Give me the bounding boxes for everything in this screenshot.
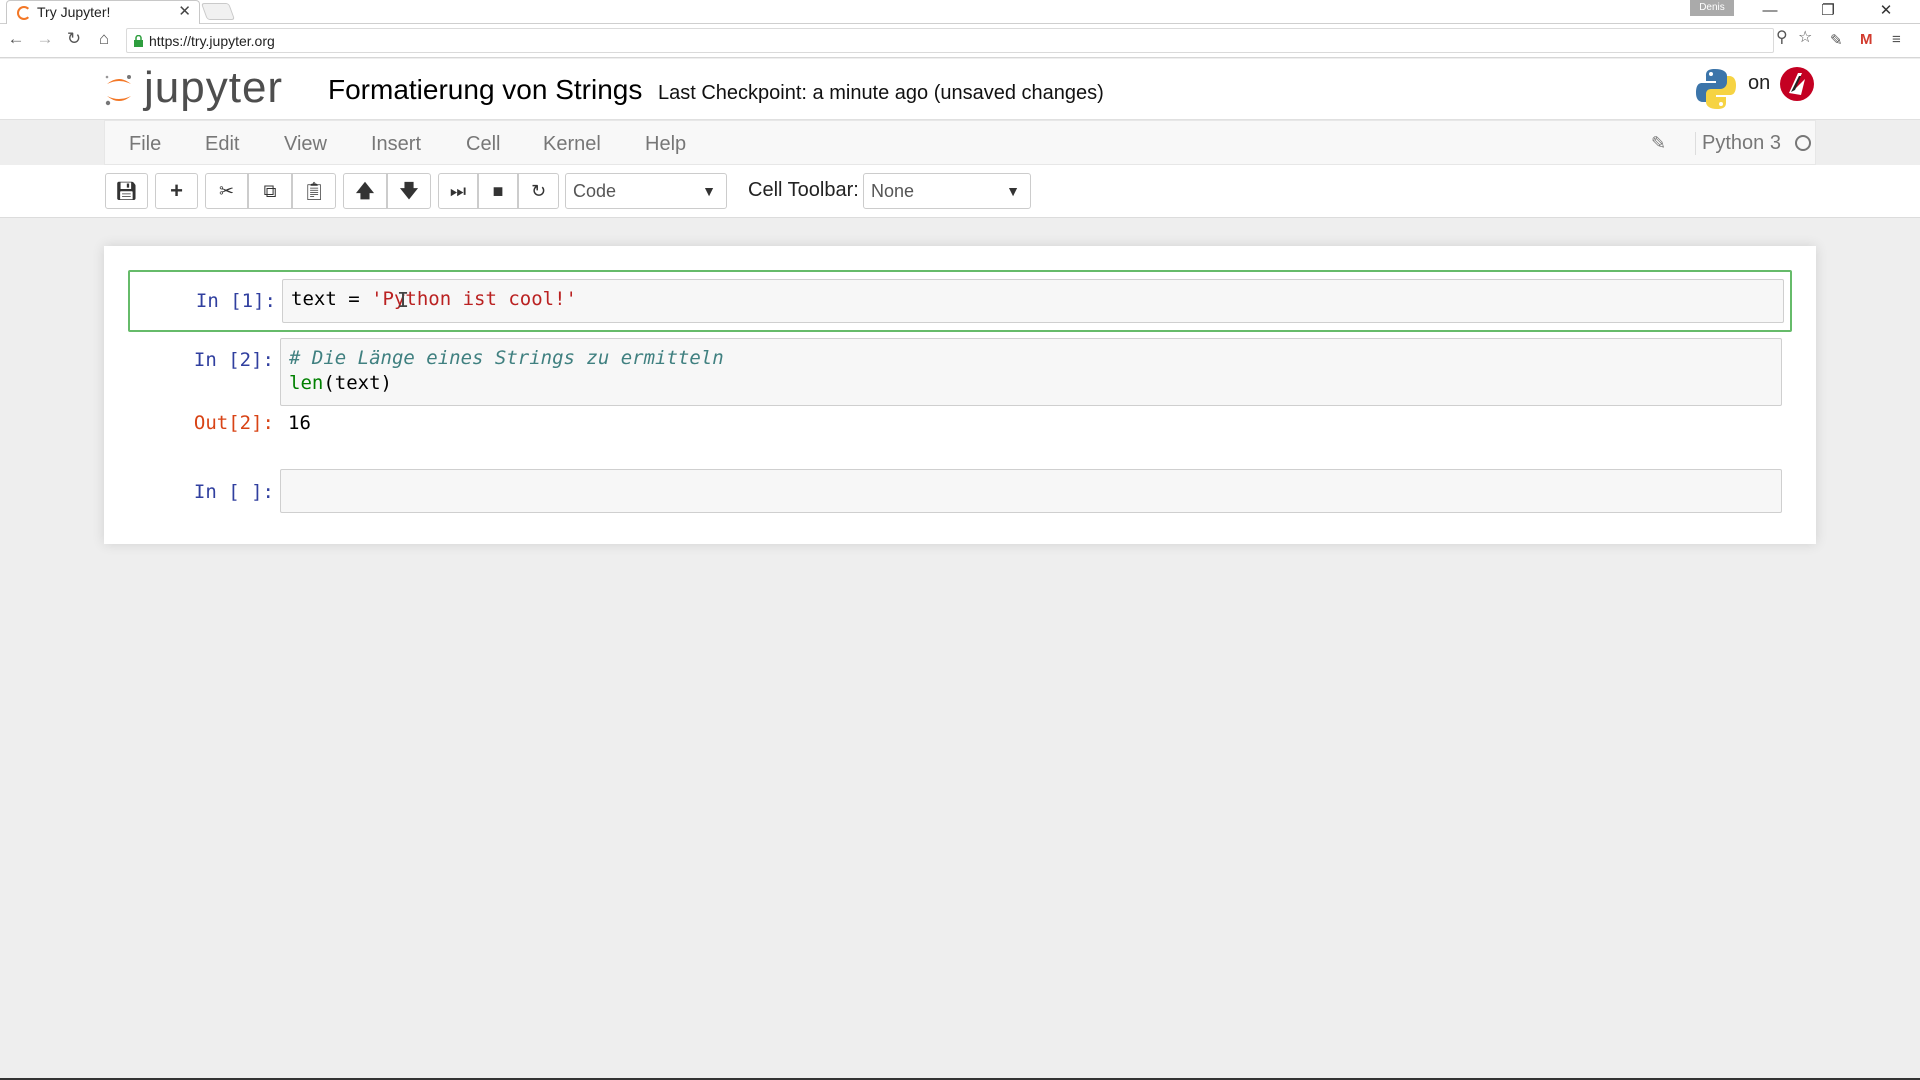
step-forward-icon: ⏭︎ (449, 181, 467, 201)
star-icon[interactable]: ☆ (1798, 27, 1812, 47)
cell-toolbar-value: None (871, 181, 915, 201)
logo-text: jupyter (144, 63, 284, 112)
notebook-header: jupyter Formatierung von Strings Last Ch… (0, 59, 1920, 120)
cut-button[interactable]: ✂ (205, 173, 248, 209)
move-down-button[interactable]: 🡇 (387, 173, 431, 209)
move-up-button[interactable]: 🡅 (343, 173, 387, 209)
code-cell[interactable]: In [ ]: (128, 469, 1792, 515)
arrow-down-icon: 🡇 (399, 181, 419, 201)
minimize-button[interactable]: — (1750, 0, 1790, 22)
menu-help[interactable]: Help (645, 133, 686, 156)
extension-icon[interactable]: ✎ (1830, 31, 1843, 49)
input-prompt: In [ ]: (193, 481, 274, 503)
insert-cell-button[interactable]: + (155, 173, 198, 209)
interrupt-kernel-button[interactable]: ■ (478, 173, 518, 209)
chevron-down-icon: ▼ (702, 183, 716, 199)
profile-badge[interactable]: Denis (1690, 0, 1734, 16)
cell-toolbar-label: Cell Toolbar: (748, 179, 859, 201)
kernel-idle-indicator-icon (1795, 135, 1811, 151)
rackspace-logo-icon (1780, 67, 1814, 101)
browser-tabbar: Try Jupyter! ✕ Denis — ❐ ✕ (0, 0, 1920, 24)
output-prompt: Out[2]: (193, 412, 274, 434)
arrow-up-icon: 🡅 (355, 181, 375, 201)
notebook-container: In [1]: text = 'Python ist cool!' In [2]… (104, 246, 1816, 544)
menubar: File Edit View Insert Cell Kernel Help ✎… (104, 120, 1816, 165)
cell-type-select[interactable]: Code ▼ (565, 173, 727, 209)
cell-type-value: Code (573, 181, 617, 201)
restart-icon: ↻ (530, 181, 547, 201)
edit-mode-pencil-icon: ✎ (1651, 133, 1667, 153)
jupyter-favicon-icon (17, 6, 31, 20)
menu-insert[interactable]: Insert (371, 133, 421, 156)
back-button[interactable]: ← (5, 29, 27, 49)
copy-button[interactable]: ⧉ (248, 173, 292, 209)
browser-tab[interactable]: Try Jupyter! ✕ (6, 0, 200, 24)
kernel-name[interactable]: Python 3 (1695, 132, 1781, 155)
url-input[interactable]: https://try.jupyter.org (126, 28, 1774, 53)
hosted-on-label: on (1748, 72, 1771, 94)
save-icon: 💾︎ (115, 181, 138, 201)
chevron-down-icon: ▼ (1006, 183, 1020, 199)
menu-cell[interactable]: Cell (466, 133, 500, 156)
cell-toolbar-select[interactable]: None ▼ (863, 173, 1031, 209)
zoom-icon[interactable]: ⚲ (1776, 27, 1788, 47)
notebook-toolbar: 💾︎ + ✂ ⧉ 📋︎ 🡅 🡇 ⏭︎ ■ ↻ Code ▼ Cell Toolb… (0, 165, 1920, 218)
new-tab-button[interactable] (200, 3, 236, 20)
copy-icon: ⧉ (263, 181, 277, 201)
code-args: (text) (323, 372, 392, 394)
menu-edit[interactable]: Edit (205, 133, 239, 156)
address-bar-row: ← → ↻ ⌂ https://try.jupyter.org ⚲ ☆ ✎ M … (0, 24, 1920, 58)
python-logo-icon (1696, 69, 1736, 109)
paste-button[interactable]: 📋︎ (292, 173, 336, 209)
lock-icon (134, 35, 143, 47)
gmail-icon[interactable]: M (1860, 31, 1873, 48)
close-window-button[interactable]: ✕ (1866, 0, 1906, 22)
forward-button[interactable]: → (34, 29, 56, 49)
menu-icon[interactable]: ≡ (1892, 31, 1901, 48)
code-editor[interactable] (280, 469, 1782, 513)
checkpoint-status: Last Checkpoint: a minute ago (unsaved c… (658, 82, 1104, 104)
input-prompt: In [1]: (195, 290, 276, 312)
code-cell[interactable]: In [1]: text = 'Python ist cool!' (128, 270, 1792, 332)
menu-kernel[interactable]: Kernel (543, 133, 601, 156)
menu-view[interactable]: View (284, 133, 327, 156)
plus-icon: + (170, 178, 183, 203)
restore-button[interactable]: ❐ (1808, 0, 1848, 22)
input-prompt: In [2]: (193, 349, 274, 371)
paste-icon: 📋︎ (302, 181, 326, 201)
run-cell-button[interactable]: ⏭︎ (438, 173, 478, 209)
tab-title: Try Jupyter! (37, 4, 111, 20)
code-cell[interactable]: In [2]: # Die Länge eines Strings zu erm… (128, 338, 1792, 448)
code-comment: # Die Länge eines Strings zu ermitteln (289, 347, 724, 369)
home-button[interactable]: ⌂ (93, 29, 115, 49)
code-text: text = (291, 288, 372, 310)
jupyter-logo-icon (105, 75, 131, 106)
url-text: https://try.jupyter.org (149, 33, 275, 49)
code-function: len (289, 372, 324, 394)
code-editor[interactable]: # Die Länge eines Strings zu ermitteln l… (280, 338, 1782, 406)
tab-close-icon[interactable]: ✕ (178, 2, 191, 20)
reload-button[interactable]: ↻ (63, 29, 85, 49)
cut-icon: ✂ (218, 181, 235, 201)
notebook-title[interactable]: Formatierung von Strings (328, 74, 642, 106)
code-editor[interactable]: text = 'Python ist cool!' (282, 279, 1784, 323)
jupyter-logo[interactable]: jupyter (104, 63, 304, 115)
restart-kernel-button[interactable]: ↻ (518, 173, 559, 209)
cell-output: 16 (288, 412, 311, 434)
text-cursor-icon: I (397, 288, 410, 312)
stop-icon: ■ (492, 181, 504, 201)
save-button[interactable]: 💾︎ (105, 173, 148, 209)
menu-file[interactable]: File (129, 133, 161, 156)
